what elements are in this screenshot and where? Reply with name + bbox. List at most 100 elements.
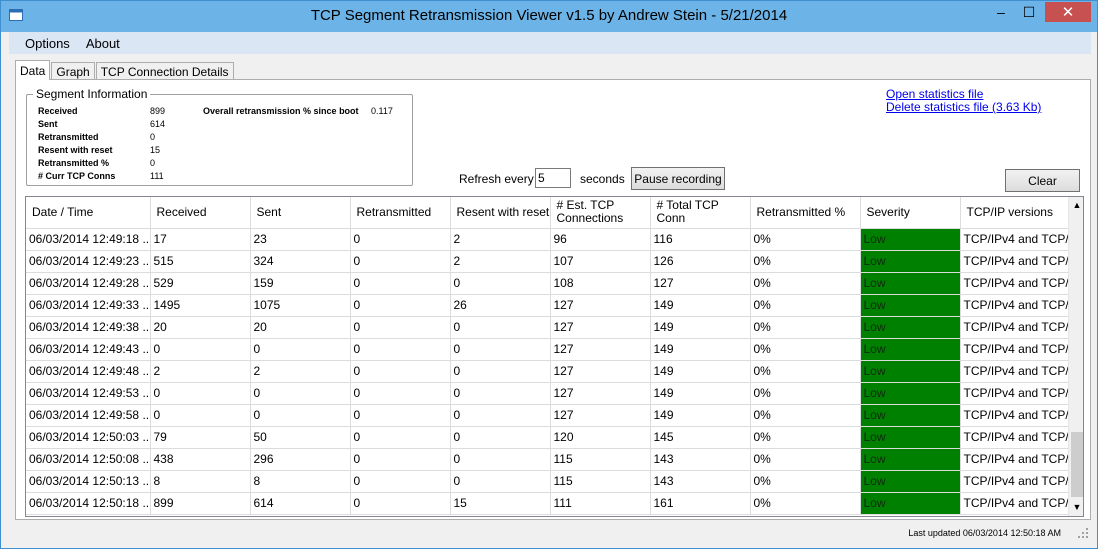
refresh-interval-input[interactable] [535,168,571,188]
table-cell[interactable]: 0% [750,382,861,405]
table-row[interactable]: 06/03/2014 12:49:18 ... 17 23 0 2 96 116 0% Low T… [26,228,1069,251]
table-cell[interactable]: 115 [550,448,651,471]
resize-grip-icon[interactable] [1077,527,1089,539]
table-cell[interactable]: TCP/IPv4 and TCP/I [960,316,1069,339]
table-row[interactable]: 06/03/2014 12:50:03 ... 79 50 0 0 120 145 0% Low… [26,426,1069,449]
column-header[interactable]: Retransmitted [350,197,451,229]
table-cell[interactable]: TCP/IPv4 and TCP/I [960,272,1069,295]
table-cell[interactable]: 0 [450,404,551,427]
table-cell[interactable]: 06/03/2014 12:49:53 ... [26,382,151,405]
table-cell[interactable]: 149 [650,316,751,339]
severity-cell[interactable]: Low [860,448,961,471]
tab-tcp-connection-details[interactable]: TCP Connection Details [95,62,234,80]
table-cell[interactable]: 06/03/2014 12:49:23 ... [26,250,151,273]
table-cell[interactable]: 143 [650,448,751,471]
table-cell[interactable]: 0 [450,426,551,449]
table-cell[interactable]: 17 [150,228,251,251]
title-bar[interactable]: TCP Segment Retransmission Viewer v1.5 b… [1,1,1097,32]
table-cell[interactable]: 0 [450,470,551,493]
table-cell[interactable]: 0 [350,294,451,317]
table-cell[interactable]: 0% [750,316,861,339]
table-cell[interactable]: 115 [550,470,651,493]
table-cell[interactable]: 1495 [150,294,251,317]
pause-recording-button[interactable]: Pause recording [631,167,725,190]
table-cell[interactable]: 0% [750,250,861,273]
table-cell[interactable]: 149 [650,338,751,361]
severity-cell[interactable]: Low [860,338,961,361]
table-cell[interactable]: 899 [150,492,251,515]
table-cell[interactable]: 126 [650,250,751,273]
table-row[interactable]: 06/03/2014 12:49:43 ... 0 0 0 0 127 149 0% Low TC… [26,338,1069,361]
data-grid[interactable]: Date / Time Received Sent Retransmitted … [25,196,1084,517]
severity-cell[interactable]: Low [860,272,961,295]
menu-options[interactable]: Options [9,36,78,51]
table-cell[interactable]: 0 [450,338,551,361]
table-row[interactable]: 06/03/2014 12:49:33 ... 1495 1075 0 26 127 149… [26,294,1069,317]
table-cell[interactable]: 06/03/2014 12:49:28 ... [26,272,151,295]
severity-cell[interactable]: Low [860,426,961,449]
table-cell[interactable]: 0 [150,338,251,361]
table-cell[interactable]: 06/03/2014 12:50:08 ... [26,448,151,471]
table-cell[interactable]: TCP/IPv4 and TCP/I [960,382,1069,405]
table-cell[interactable]: 107 [550,250,651,273]
column-header[interactable]: Retransmitted % [750,197,861,229]
table-cell[interactable]: 0 [450,382,551,405]
severity-cell[interactable]: Low [860,294,961,317]
table-cell[interactable]: 0 [350,448,451,471]
table-cell[interactable]: 0 [350,250,451,273]
table-cell[interactable]: 127 [550,294,651,317]
delete-statistics-link[interactable]: Delete statistics file (3.63 Kb) [886,100,1041,114]
clear-button[interactable]: Clear [1005,169,1080,192]
table-cell[interactable]: 06/03/2014 12:50:03 ... [26,426,151,449]
severity-cell[interactable]: Low [860,470,961,493]
table-cell[interactable]: 2 [450,228,551,251]
table-cell[interactable]: 120 [550,426,651,449]
table-cell[interactable]: 0% [750,426,861,449]
severity-cell[interactable]: Low [860,492,961,515]
table-cell[interactable]: TCP/IPv4 and TCP/I [960,426,1069,449]
table-cell[interactable]: 296 [250,448,351,471]
table-cell[interactable]: 20 [150,316,251,339]
table-cell[interactable]: 0 [250,338,351,361]
table-row[interactable]: 06/03/2014 12:49:53 ... 0 0 0 0 127 149 0% Low TC… [26,382,1069,405]
table-cell[interactable]: 0 [450,448,551,471]
table-cell[interactable]: 0% [750,360,861,383]
table-cell[interactable]: 149 [650,360,751,383]
table-cell[interactable]: 06/03/2014 12:49:33 ... [26,294,151,317]
table-cell[interactable]: 0 [350,404,451,427]
table-cell[interactable]: TCP/IPv4 and TCP/I [960,492,1069,515]
table-cell[interactable]: 06/03/2014 12:50:18 ... [26,492,151,515]
open-statistics-link[interactable]: Open statistics file [886,87,983,101]
table-cell[interactable]: 06/03/2014 12:50:13 ... [26,470,151,493]
minimize-button[interactable]: – [987,2,1015,22]
severity-cell[interactable]: Low [860,382,961,405]
table-cell[interactable]: 0 [150,404,251,427]
table-cell[interactable]: 06/03/2014 12:49:48 ... [26,360,151,383]
vertical-scrollbar[interactable]: ▲ ▼ [1068,197,1083,516]
column-header[interactable]: Date / Time [26,197,151,229]
table-cell[interactable]: 159 [250,272,351,295]
tab-graph[interactable]: Graph [51,62,95,80]
column-header[interactable]: Resent with reset [450,197,551,229]
table-cell[interactable]: 127 [550,338,651,361]
table-cell[interactable]: 0 [350,316,451,339]
table-row[interactable]: 06/03/2014 12:49:48 ... 2 2 0 0 127 149 0% Low TC… [26,360,1069,383]
table-cell[interactable]: 0 [450,316,551,339]
table-cell[interactable]: TCP/IPv4 and TCP/I [960,448,1069,471]
table-cell[interactable]: 2 [150,360,251,383]
table-cell[interactable]: 438 [150,448,251,471]
column-header[interactable]: Sent [250,197,351,229]
severity-cell[interactable]: Low [860,360,961,383]
table-cell[interactable]: 06/03/2014 12:49:43 ... [26,338,151,361]
table-cell[interactable]: 127 [550,360,651,383]
table-row[interactable]: 06/03/2014 12:50:18 ... 899 614 0 15 111 161 0%… [26,492,1069,515]
table-cell[interactable]: 324 [250,250,351,273]
maximize-button[interactable]: ☐ [1015,2,1043,22]
table-cell[interactable]: 8 [250,470,351,493]
table-cell[interactable]: TCP/IPv4 and TCP/I [960,228,1069,251]
table-cell[interactable]: 614 [250,492,351,515]
table-cell[interactable]: 06/03/2014 12:49:58 ... [26,404,151,427]
table-cell[interactable]: TCP/IPv4 and TCP/I [960,404,1069,427]
table-cell[interactable]: 06/03/2014 12:49:18 ... [26,228,151,251]
table-cell[interactable]: 2 [450,250,551,273]
